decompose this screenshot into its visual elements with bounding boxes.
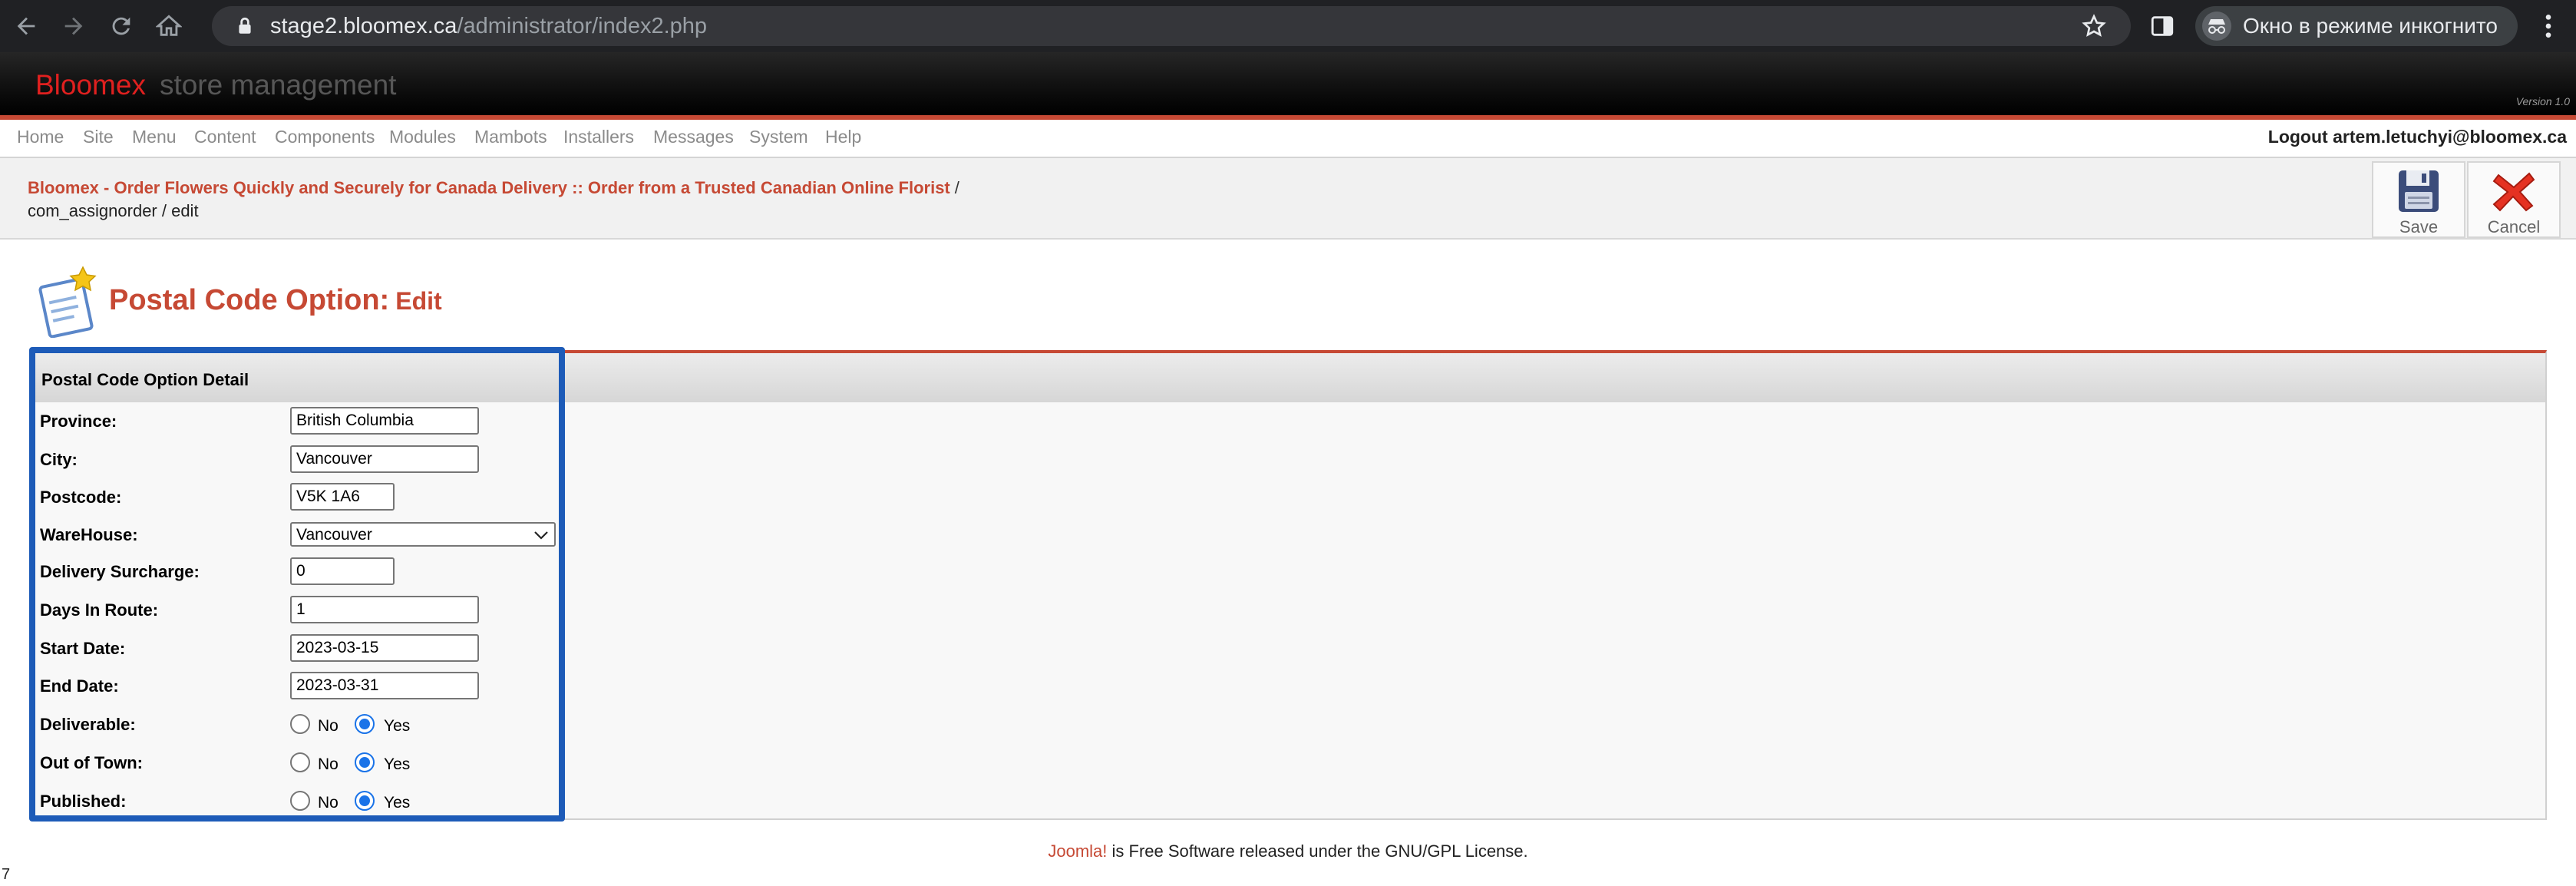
- city-input[interactable]: [290, 445, 479, 473]
- end-date-input[interactable]: [290, 672, 479, 699]
- home-icon: [156, 15, 182, 36]
- warehouse-selected-value: Vancouver: [296, 526, 372, 544]
- start-date-input[interactable]: [290, 634, 479, 662]
- province-label: Province:: [40, 412, 117, 431]
- menu-site[interactable]: Site: [83, 127, 114, 147]
- save-label: Save: [2399, 217, 2439, 236]
- menu-installers[interactable]: Installers: [563, 127, 634, 147]
- menu-help[interactable]: Help: [825, 127, 861, 147]
- incognito-label: Окно в режиме инкогнито: [2243, 14, 2498, 38]
- published-yes-label: Yes: [384, 794, 411, 812]
- form-panel: Postal Code Option Detail Province: City…: [32, 350, 2547, 820]
- url-text: stage2.bloomex.ca/administrator/index2.p…: [270, 14, 707, 39]
- joomla-link[interactable]: Joomla!: [1048, 841, 1107, 861]
- site-title-link[interactable]: Bloomex - Order Flowers Quickly and Secu…: [28, 178, 950, 197]
- menu-mambots[interactable]: Mambots: [474, 127, 547, 147]
- out-of-town-yes-label: Yes: [384, 755, 411, 773]
- start-date-label: Start Date:: [40, 639, 126, 658]
- panel-header: Postal Code Option Detail: [34, 353, 2545, 402]
- corner-number: 7: [2, 866, 11, 883]
- page-title-main: Postal Code Option:: [109, 284, 390, 316]
- kebab-menu-icon[interactable]: [2533, 11, 2564, 41]
- chevron-down-icon: [534, 531, 548, 540]
- warehouse-label: WareHouse:: [40, 525, 138, 544]
- home-button[interactable]: [147, 5, 190, 48]
- brand-name: Bloomex: [35, 69, 146, 101]
- logout-link[interactable]: Logout artem.letuchyi@bloomex.ca: [2268, 127, 2567, 147]
- published-yes-radio[interactable]: [355, 791, 375, 811]
- side-panel-icon[interactable]: [2149, 13, 2175, 39]
- out-of-town-no-label: No: [318, 755, 339, 773]
- section-title: Postal Code Option Detail: [41, 370, 249, 389]
- menu-content[interactable]: Content: [194, 127, 256, 147]
- out-of-town-yes-radio[interactable]: [355, 752, 375, 772]
- admin-header: Bloomex store management Version 1.0: [0, 52, 2576, 115]
- postcode-label: Postcode:: [40, 488, 122, 507]
- reload-icon: [112, 17, 130, 35]
- incognito-icon: [2202, 12, 2231, 41]
- deliverable-yes-label: Yes: [384, 717, 411, 735]
- address-bar[interactable]: stage2.bloomex.ca/administrator/index2.p…: [212, 6, 2131, 46]
- cancel-label: Cancel: [2487, 217, 2541, 236]
- arrow-left-icon: [17, 17, 35, 35]
- floppy-disk-icon: [2399, 170, 2439, 212]
- menu-messages[interactable]: Messages: [653, 127, 734, 147]
- breadcrumb: Bloomex - Order Flowers Quickly and Secu…: [28, 178, 959, 198]
- admin-menu-bar: Home Site Menu Content Components Module…: [0, 120, 2576, 158]
- arrow-right-icon: [64, 17, 83, 35]
- published-no-label: No: [318, 794, 339, 812]
- reload-button[interactable]: [100, 5, 143, 48]
- star-icon[interactable]: [2082, 14, 2106, 38]
- version-label: Version 1.0: [2515, 95, 2570, 107]
- deliverable-no-radio[interactable]: [290, 714, 310, 734]
- red-x-icon: [2492, 172, 2535, 212]
- cancel-button[interactable]: Cancel: [2467, 161, 2561, 238]
- notepad-star-icon: [38, 266, 97, 338]
- footer: Joomla! is Free Software released under …: [0, 841, 2576, 861]
- days-in-route-label: Days In Route:: [40, 600, 159, 620]
- deliverable-label: Deliverable:: [40, 715, 136, 734]
- menu-components[interactable]: Components: [275, 127, 375, 147]
- toolbar-area: Bloomex - Order Flowers Quickly and Secu…: [0, 158, 2576, 240]
- footer-text: is Free Software released under the GNU/…: [1107, 841, 1528, 861]
- url-host: stage2.bloomex.ca: [270, 13, 457, 38]
- menu-system[interactable]: System: [749, 127, 808, 147]
- warehouse-select[interactable]: Vancouver: [290, 522, 556, 547]
- end-date-label: End Date:: [40, 676, 119, 696]
- menu-menu[interactable]: Menu: [132, 127, 177, 147]
- browser-toolbar: stage2.bloomex.ca/administrator/index2.p…: [0, 0, 2576, 52]
- menu-modules[interactable]: Modules: [389, 127, 456, 147]
- brand-subtitle: store management: [159, 69, 397, 101]
- page-title-sub: Edit: [395, 287, 442, 315]
- postcode-input[interactable]: [290, 483, 395, 511]
- city-label: City:: [40, 450, 78, 469]
- incognito-indicator[interactable]: Окно в режиме инкогнито: [2195, 6, 2518, 46]
- back-button[interactable]: [5, 5, 48, 48]
- out-of-town-no-radio[interactable]: [290, 752, 310, 772]
- lock-icon: [239, 17, 251, 34]
- published-no-radio[interactable]: [290, 791, 310, 811]
- deliverable-no-label: No: [318, 717, 339, 735]
- deliverable-yes-radio[interactable]: [355, 714, 375, 734]
- delivery-surcharge-label: Delivery Surcharge:: [40, 562, 200, 581]
- published-label: Published:: [40, 792, 127, 811]
- page-title: Postal Code Option: Edit: [109, 284, 442, 317]
- save-button[interactable]: Save: [2372, 161, 2465, 238]
- menu-home[interactable]: Home: [17, 127, 64, 147]
- brand-logo: Bloomex store management: [35, 69, 396, 101]
- delivery-surcharge-input[interactable]: [290, 557, 395, 585]
- out-of-town-label: Out of Town:: [40, 753, 143, 772]
- breadcrumb-path: com_assignorder / edit: [28, 201, 199, 220]
- url-path: /administrator/index2.php: [457, 13, 708, 38]
- forward-button[interactable]: [52, 5, 95, 48]
- days-in-route-input[interactable]: [290, 596, 479, 623]
- province-input[interactable]: [290, 407, 479, 435]
- breadcrumb-separator: /: [954, 178, 959, 197]
